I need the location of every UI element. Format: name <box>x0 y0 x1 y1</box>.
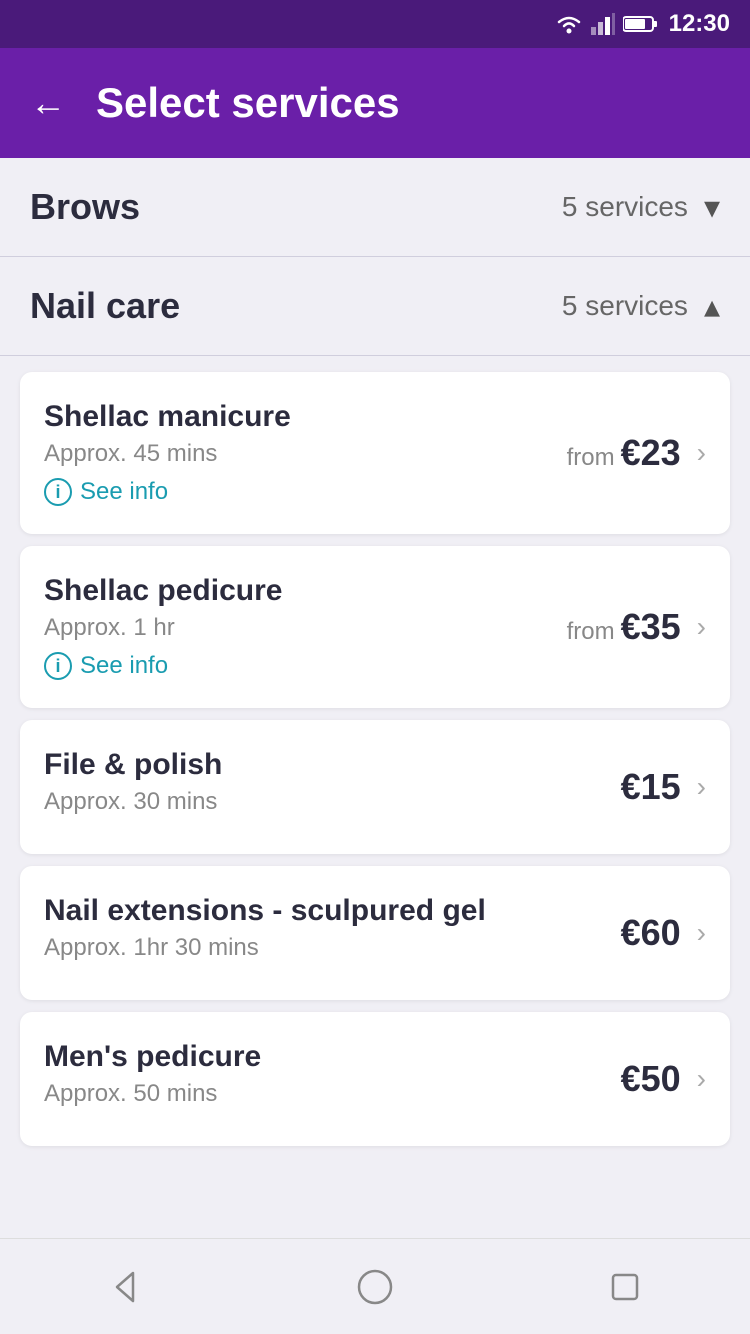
service-card-right-shellac-manicure: from€23 › <box>567 432 706 474</box>
service-card-mens-pedicure[interactable]: Men's pedicure Approx. 50 mins€50 › <box>20 1012 730 1146</box>
price-from-shellac-manicure: from <box>567 444 615 472</box>
signal-icon <box>591 13 615 35</box>
service-duration-shellac-pedicure: Approx. 1 hr <box>44 614 567 642</box>
see-info-label-shellac-manicure: See info <box>80 478 168 506</box>
info-icon-shellac-manicure: i <box>44 478 72 506</box>
category-header-nail-care[interactable]: Nail care 5 services ▴ <box>0 257 750 355</box>
status-icons <box>555 13 659 35</box>
back-nav-icon <box>105 1267 145 1307</box>
price-amount-shellac-manicure: €23 <box>621 432 681 474</box>
recent-nav-button[interactable] <box>585 1257 665 1317</box>
price-block-shellac-pedicure: from€35 <box>567 606 681 648</box>
service-card-right-file-polish: €15 › <box>621 766 706 808</box>
service-chevron-shellac-manicure: › <box>697 437 706 469</box>
service-duration-mens-pedicure: Approx. 50 mins <box>44 1080 621 1108</box>
back-nav-button[interactable] <box>85 1257 165 1317</box>
category-chevron-brows: ▾ <box>704 188 720 226</box>
service-card-left-shellac-manicure: Shellac manicure Approx. 45 mins i See info <box>44 400 567 506</box>
see-info-shellac-pedicure[interactable]: i See info <box>44 652 567 680</box>
price-block-nail-extensions: €60 <box>621 912 681 954</box>
service-name-file-polish: File & polish <box>44 748 621 782</box>
category-header-brows[interactable]: Brows 5 services ▾ <box>0 158 750 256</box>
price-block-shellac-manicure: from€23 <box>567 432 681 474</box>
app-header: ← Select services <box>0 48 750 158</box>
category-chevron-nail-care: ▴ <box>704 287 720 325</box>
service-card-left-nail-extensions: Nail extensions - sculpured gel Approx. 1… <box>44 894 621 972</box>
service-card-right-nail-extensions: €60 › <box>621 912 706 954</box>
category-section-nail-care: Nail care 5 services ▴ Shellac manicure Appr… <box>0 257 750 1162</box>
price-amount-nail-extensions: €60 <box>621 912 681 954</box>
price-amount-shellac-pedicure: €35 <box>621 606 681 648</box>
category-count-brows: 5 services <box>562 191 688 223</box>
service-chevron-file-polish: › <box>697 771 706 803</box>
category-right-nail-care: 5 services ▴ <box>562 287 720 325</box>
see-info-label-shellac-pedicure: See info <box>80 652 168 680</box>
service-chevron-shellac-pedicure: › <box>697 611 706 643</box>
services-list-nail-care: Shellac manicure Approx. 45 mins i See info… <box>0 356 750 1162</box>
recent-nav-icon <box>605 1267 645 1307</box>
category-name-nail-care: Nail care <box>30 285 180 327</box>
service-duration-shellac-manicure: Approx. 45 mins <box>44 440 567 468</box>
status-bar: 12:30 <box>0 0 750 48</box>
price-amount-mens-pedicure: €50 <box>621 1058 681 1100</box>
price-amount-file-polish: €15 <box>621 766 681 808</box>
price-from-shellac-pedicure: from <box>567 618 615 646</box>
see-info-shellac-manicure[interactable]: i See info <box>44 478 567 506</box>
categories-container: Brows 5 services ▾ Nail care 5 services ▴ Shel… <box>0 158 750 1162</box>
bottom-nav <box>0 1238 750 1334</box>
status-time: 12:30 <box>669 10 730 38</box>
service-duration-nail-extensions: Approx. 1hr 30 mins <box>44 934 621 962</box>
category-count-nail-care: 5 services <box>562 290 688 322</box>
service-card-right-shellac-pedicure: from€35 › <box>567 606 706 648</box>
service-name-nail-extensions: Nail extensions - sculpured gel <box>44 894 621 928</box>
service-name-mens-pedicure: Men's pedicure <box>44 1040 621 1074</box>
home-nav-button[interactable] <box>335 1257 415 1317</box>
service-chevron-nail-extensions: › <box>697 917 706 949</box>
page-title: Select services <box>96 79 400 127</box>
battery-icon <box>623 14 659 34</box>
service-card-file-polish[interactable]: File & polish Approx. 30 mins€15 › <box>20 720 730 854</box>
back-button[interactable]: ← <box>30 85 66 121</box>
service-name-shellac-pedicure: Shellac pedicure <box>44 574 567 608</box>
category-section-brows: Brows 5 services ▾ <box>0 158 750 257</box>
service-card-right-mens-pedicure: €50 › <box>621 1058 706 1100</box>
service-chevron-mens-pedicure: › <box>697 1063 706 1095</box>
service-card-left-mens-pedicure: Men's pedicure Approx. 50 mins <box>44 1040 621 1118</box>
price-block-file-polish: €15 <box>621 766 681 808</box>
service-name-shellac-manicure: Shellac manicure <box>44 400 567 434</box>
info-icon-shellac-pedicure: i <box>44 652 72 680</box>
service-card-shellac-manicure[interactable]: Shellac manicure Approx. 45 mins i See info… <box>20 372 730 534</box>
service-card-shellac-pedicure[interactable]: Shellac pedicure Approx. 1 hr i See info fro… <box>20 546 730 708</box>
category-right-brows: 5 services ▾ <box>562 188 720 226</box>
price-block-mens-pedicure: €50 <box>621 1058 681 1100</box>
category-name-brows: Brows <box>30 186 140 228</box>
home-nav-icon <box>355 1267 395 1307</box>
service-card-left-shellac-pedicure: Shellac pedicure Approx. 1 hr i See info <box>44 574 567 680</box>
wifi-icon <box>555 13 583 35</box>
service-card-left-file-polish: File & polish Approx. 30 mins <box>44 748 621 826</box>
service-duration-file-polish: Approx. 30 mins <box>44 788 621 816</box>
service-card-nail-extensions[interactable]: Nail extensions - sculpured gel Approx. 1… <box>20 866 730 1000</box>
